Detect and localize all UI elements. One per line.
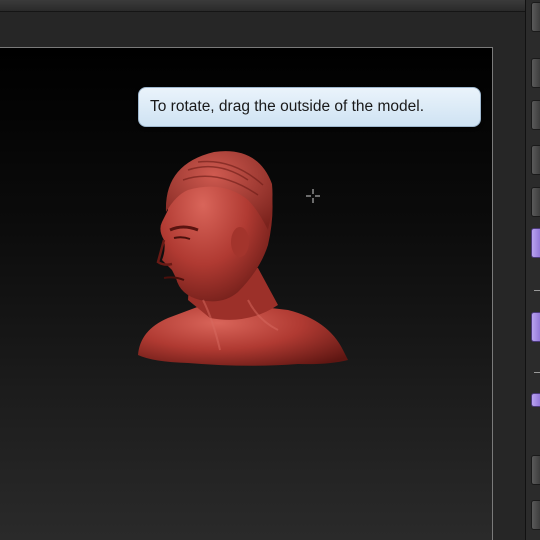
- divider: [534, 372, 540, 373]
- tooltip-text: To rotate, drag the outside of the model…: [150, 98, 425, 115]
- toolbar-button[interactable]: [531, 100, 540, 130]
- sculpt-model[interactable]: [128, 150, 353, 370]
- toolbar-button-active[interactable]: [531, 393, 540, 407]
- divider: [534, 290, 540, 291]
- toolbar-button-active[interactable]: [531, 228, 540, 258]
- toolbar-button[interactable]: [531, 58, 540, 88]
- toolbar-button[interactable]: [531, 455, 540, 485]
- right-toolbar: [525, 0, 540, 540]
- toolbar-button[interactable]: [531, 2, 540, 32]
- tooltip-hint: To rotate, drag the outside of the model…: [138, 87, 481, 127]
- crosshair-cursor-icon: [306, 189, 320, 203]
- toolbar-button-active[interactable]: [531, 312, 540, 342]
- toolbar-button[interactable]: [531, 500, 540, 530]
- toolbar-button[interactable]: [531, 187, 540, 217]
- toolbar-button[interactable]: [531, 145, 540, 175]
- top-menu-bar: [0, 0, 540, 12]
